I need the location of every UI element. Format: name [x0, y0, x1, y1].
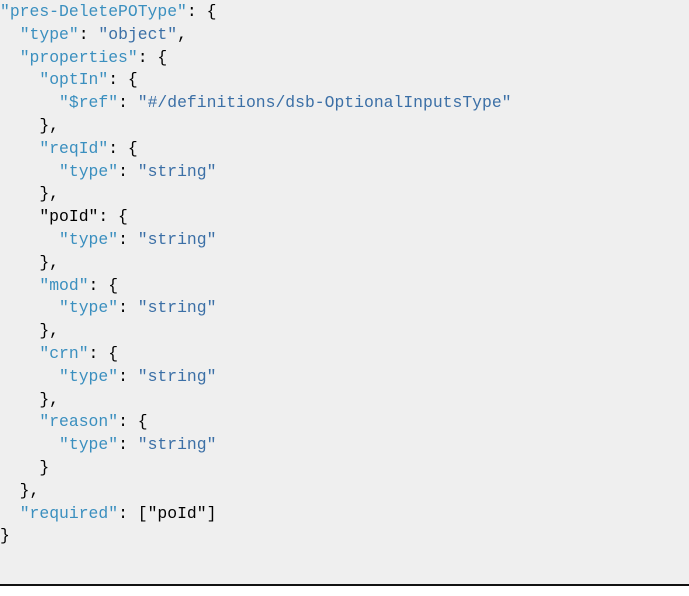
code-line: },: [0, 320, 689, 343]
code-line: "type": "object",: [0, 24, 689, 47]
code-token-ind: [0, 298, 59, 317]
code-line: "type": "string": [0, 297, 689, 320]
code-token-key: "crn": [39, 343, 89, 363]
code-token-key: "type": [19, 24, 79, 44]
code-token-ind: [0, 344, 39, 363]
code-line: "poId": {: [0, 206, 689, 229]
code-token-str: "#/definitions/dsb-OptionalInputsType": [137, 93, 512, 113]
code-token-key: "type": [59, 435, 119, 455]
code-line: "reason": {: [0, 411, 689, 434]
code-token-punc: }: [0, 457, 50, 477]
code-token-ind: [0, 162, 59, 181]
code-line: "$ref": "#/definitions/dsb-OptionalInput…: [0, 92, 689, 115]
code-line: "mod": {: [0, 275, 689, 298]
code-line: },: [0, 389, 689, 412]
code-line: }: [0, 525, 689, 548]
code-line: "reqId": {: [0, 138, 689, 161]
code-token-str: "string": [137, 366, 217, 386]
code-token-punc: },: [0, 480, 40, 500]
code-token-key: "type": [59, 298, 119, 318]
code-token-ind: [0, 504, 20, 523]
code-token-punc: :: [118, 435, 138, 455]
code-token-punc: }: [0, 526, 10, 546]
code-token-ind: [0, 25, 20, 44]
code-token-str: "string": [137, 229, 217, 249]
code-line: "required": ["poId"]: [0, 503, 689, 526]
code-token-punc: : {: [88, 343, 119, 363]
code-token-str: "string": [137, 435, 217, 455]
code-line: "type": "string": [0, 229, 689, 252]
code-token-key: "$ref": [59, 93, 119, 113]
code-line: "crn": {: [0, 343, 689, 366]
code-token-key: "mod": [39, 275, 89, 295]
code-token-ind: [0, 412, 39, 431]
code-token-punc: },: [0, 184, 60, 204]
code-token-str: "string": [137, 161, 217, 181]
code-line: "type": "string": [0, 434, 689, 457]
code-token-ind: [0, 70, 39, 89]
code-line: "properties": {: [0, 47, 689, 70]
code-line: },: [0, 252, 689, 275]
code-token-ind: [0, 367, 59, 386]
code-line: "type": "string": [0, 161, 689, 184]
code-token-key: "pres-DeletePOType": [0, 2, 187, 21]
code-block: "pres-DeletePOType": { "type": "object",…: [0, 0, 689, 586]
code-token-punc: :: [118, 229, 138, 249]
code-token-str: "string": [137, 298, 217, 318]
code-token-key: "type": [59, 366, 119, 386]
code-token-ind: [0, 230, 59, 249]
code-token-punc: ,: [177, 24, 187, 44]
code-token-key: "type": [59, 229, 119, 249]
code-line: },: [0, 480, 689, 503]
code-line: }: [0, 457, 689, 480]
code-token-key: "reqId": [39, 138, 109, 158]
code-line: "type": "string": [0, 366, 689, 389]
code-token-punc: : {: [137, 47, 168, 67]
code-token-key: "optIn": [39, 70, 109, 90]
code-token-punc: : {: [118, 412, 148, 432]
code-token-punc: : ["poId"]: [118, 503, 217, 523]
code-token-punc: "poId": {: [0, 207, 128, 227]
code-token-punc: : {: [108, 70, 138, 90]
code-token-ind: [0, 435, 59, 454]
code-token-punc: },: [0, 389, 60, 409]
code-token-ind: [0, 139, 39, 158]
code-token-punc: : {: [108, 138, 138, 158]
code-token-key: "reason": [39, 412, 119, 432]
code-token-key: "properties": [19, 47, 138, 67]
code-token-punc: },: [0, 252, 60, 272]
code-token-key: "type": [59, 161, 119, 181]
code-token-punc: : {: [186, 2, 217, 21]
code-token-ind: [0, 93, 59, 112]
code-token-punc: :: [118, 366, 138, 386]
code-token-punc: : {: [88, 275, 119, 295]
code-token-punc: :: [118, 298, 138, 318]
code-token-ind: [0, 276, 39, 295]
code-token-str: "object": [98, 24, 178, 44]
code-line: "optIn": {: [0, 69, 689, 92]
code-line: },: [0, 115, 689, 138]
code-token-punc: },: [0, 321, 60, 341]
code-token-punc: :: [78, 24, 99, 44]
code-token-punc: :: [118, 93, 138, 113]
code-token-ind: [0, 48, 20, 67]
code-line: "pres-DeletePOType": {: [0, 1, 689, 24]
code-token-key: "required": [19, 503, 119, 523]
code-token-punc: },: [0, 115, 60, 135]
code-line: },: [0, 183, 689, 206]
code-token-punc: :: [118, 161, 138, 181]
